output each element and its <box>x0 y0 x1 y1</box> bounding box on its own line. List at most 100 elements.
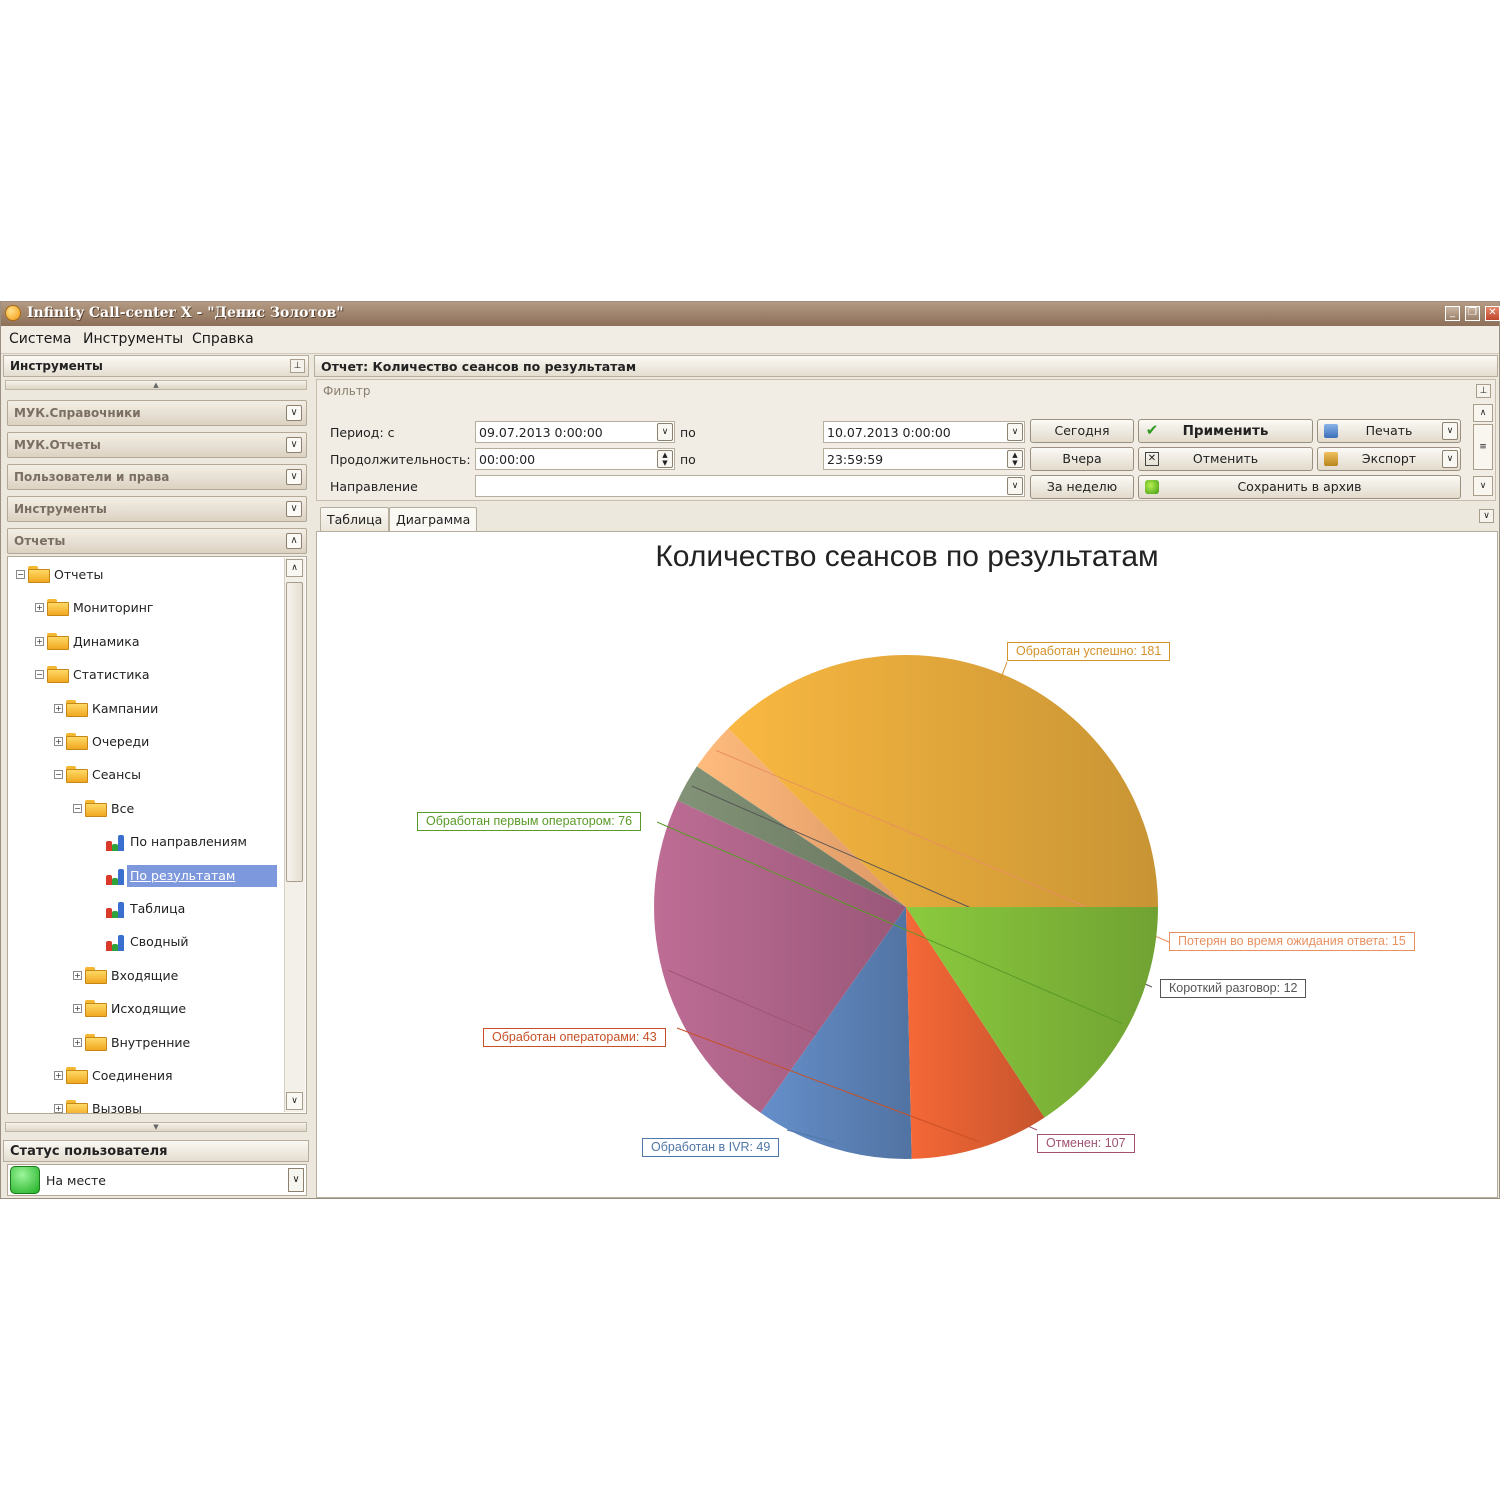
apply-button[interactable]: ✔ Применить <box>1138 419 1313 443</box>
menu-help[interactable]: Справка <box>192 331 254 347</box>
scroll-thumb[interactable] <box>286 582 303 882</box>
tools-panel-header: Инструменты ⊥ <box>3 355 309 377</box>
cancel-button[interactable]: ✕ Отменить <box>1138 447 1313 471</box>
expand-icon[interactable]: + <box>35 603 44 613</box>
chart-area: Количество сеансов по результатам Обрабо… <box>316 531 1498 1198</box>
scroll-up-icon[interactable]: ∧ <box>1473 404 1493 422</box>
collapse-icon[interactable]: − <box>54 770 63 780</box>
chevron-down-icon[interactable]: ∨ <box>1479 509 1494 523</box>
collapse-icon[interactable]: − <box>35 670 44 680</box>
spinner-icon[interactable]: ▲ ▼ <box>1007 450 1023 468</box>
data-label: Отменен: 107 <box>1037 1134 1135 1153</box>
expand-icon[interactable]: + <box>73 970 82 980</box>
scroll-thumb[interactable]: ≡ <box>1473 424 1493 470</box>
scroll-down-strip[interactable]: ▼ <box>5 1122 307 1132</box>
export-label: Экспорт <box>1361 451 1417 466</box>
section-label: Отчеты <box>14 534 66 548</box>
pie-chart <box>654 654 1170 1159</box>
report-icon <box>104 833 126 852</box>
chevron-down-icon[interactable]: ∨ <box>286 469 302 485</box>
app-icon <box>5 305 21 321</box>
filter-scrollbar[interactable]: ∧ ≡ ∨ <box>1473 404 1493 497</box>
tree-node-label: Динамика <box>73 633 140 649</box>
folder-icon <box>28 566 50 583</box>
pin-icon[interactable]: ⊥ <box>1476 384 1491 398</box>
period-to-field[interactable]: 10.07.2013 0:00:00 ∨ <box>823 421 1025 443</box>
expand-icon[interactable]: + <box>54 1104 63 1113</box>
chevron-up-icon[interactable]: ∧ <box>286 533 302 549</box>
collapse-icon[interactable]: − <box>16 570 25 579</box>
section-label: МУК.Справочники <box>14 406 141 420</box>
restore-button[interactable]: ❐ <box>1465 306 1480 321</box>
view-tabs: Таблица Диаграмма ∨ <box>316 505 1496 531</box>
status-indicator-icon <box>10 1166 40 1194</box>
tab-table[interactable]: Таблица <box>320 507 390 531</box>
scroll-up-icon[interactable]: ∧ <box>286 559 303 577</box>
scroll-down-icon[interactable]: ∨ <box>1473 476 1493 496</box>
chevron-down-icon[interactable]: ∨ <box>1442 422 1458 440</box>
expand-icon[interactable]: + <box>54 737 63 746</box>
app-window: Infinity Call-center X - "Денис Золотов"… <box>0 301 1500 1199</box>
period-from-field[interactable]: 09.07.2013 0:00:00 ∨ <box>475 421 675 443</box>
collapse-icon[interactable]: − <box>73 803 82 813</box>
folder-icon <box>66 699 88 717</box>
duration-to-field[interactable]: 23:59:59 ▲ ▼ <box>823 448 1025 470</box>
tab-chart[interactable]: Диаграмма <box>389 507 478 531</box>
export-button[interactable]: Экспорт ∨ <box>1317 447 1461 471</box>
tree-node-label: Сеансы <box>92 767 141 783</box>
expand-icon[interactable]: + <box>54 703 63 713</box>
duration-label: Продолжительность: с <box>330 452 482 467</box>
pin-icon[interactable]: ⊥ <box>290 359 305 373</box>
window-title: Infinity Call-center X - "Денис Золотов" <box>27 305 344 321</box>
data-label: Короткий разговор: 12 <box>1160 979 1307 998</box>
chevron-down-icon[interactable]: ∨ <box>657 423 673 441</box>
expand-icon[interactable]: + <box>35 636 44 646</box>
menu-system[interactable]: Система <box>9 331 71 347</box>
title-bar[interactable]: Infinity Call-center X - "Денис Золотов"… <box>1 302 1500 326</box>
chevron-down-icon[interactable]: ∨ <box>1442 450 1458 468</box>
chevron-down-icon[interactable]: ∨ <box>1007 477 1023 495</box>
section-users-rights[interactable]: Пользователи и права ∨ <box>7 464 307 490</box>
section-tools[interactable]: Инструменты ∨ <box>7 496 307 522</box>
chevron-down-icon[interactable]: ∨ <box>286 437 302 453</box>
user-status-value: На месте <box>46 1173 106 1188</box>
tree-node-label: Статистика <box>73 667 150 683</box>
menu-tools[interactable]: Инструменты <box>83 331 183 347</box>
direction-select[interactable]: ∨ <box>475 475 1025 497</box>
section-reports[interactable]: Отчеты ∧ <box>7 528 307 554</box>
tree-scrollbar[interactable]: ∧ ∨ <box>284 558 305 1112</box>
chevron-down-icon[interactable]: ∨ <box>1007 423 1023 441</box>
tree-node-label: Отчеты <box>54 567 104 582</box>
chevron-down-icon[interactable]: ∨ <box>286 501 302 517</box>
expand-icon[interactable]: + <box>54 1071 63 1080</box>
spinner-icon[interactable]: ▲ ▼ <box>657 450 673 468</box>
scroll-down-icon[interactable]: ∨ <box>286 1092 303 1110</box>
folder-icon <box>47 666 69 684</box>
folder-icon <box>85 966 107 984</box>
section-muk-directories[interactable]: МУК.Справочники ∨ <box>7 400 307 426</box>
save-archive-button[interactable]: Сохранить в архив <box>1138 475 1461 499</box>
chevron-down-icon[interactable]: ∨ <box>288 1168 304 1192</box>
today-button[interactable]: Сегодня <box>1030 419 1134 443</box>
section-label: Инструменты <box>14 502 107 516</box>
print-button[interactable]: Печать ∨ <box>1317 419 1461 443</box>
user-status-select[interactable]: На месте ∨ <box>7 1164 307 1196</box>
folder-icon <box>47 599 69 617</box>
period-from-value: 09.07.2013 0:00:00 <box>479 425 603 440</box>
tree-node-label: Исходящие <box>111 1001 187 1017</box>
week-button[interactable]: За неделю <box>1030 475 1134 499</box>
close-button[interactable]: ✕ <box>1485 306 1500 321</box>
minimize-button[interactable]: _ <box>1445 306 1460 321</box>
tree-node-label: Соединения <box>92 1068 173 1083</box>
section-muk-reports[interactable]: МУК.Отчеты ∨ <box>7 432 307 458</box>
expand-icon[interactable]: + <box>73 1004 82 1014</box>
to-label: по <box>680 425 696 440</box>
chevron-down-icon[interactable]: ∨ <box>286 405 302 421</box>
data-label: Обработан операторами: 43 <box>483 1028 666 1047</box>
yesterday-button[interactable]: Вчера <box>1030 447 1134 471</box>
expand-icon[interactable]: + <box>73 1037 82 1047</box>
data-label: Потерян во время ожидания ответа: 15 <box>1169 932 1415 951</box>
duration-from-field[interactable]: 00:00:00 ▲ ▼ <box>475 448 675 470</box>
scroll-up-strip[interactable]: ▲ <box>5 380 307 390</box>
checkmark-icon: ✔ <box>1145 421 1159 439</box>
